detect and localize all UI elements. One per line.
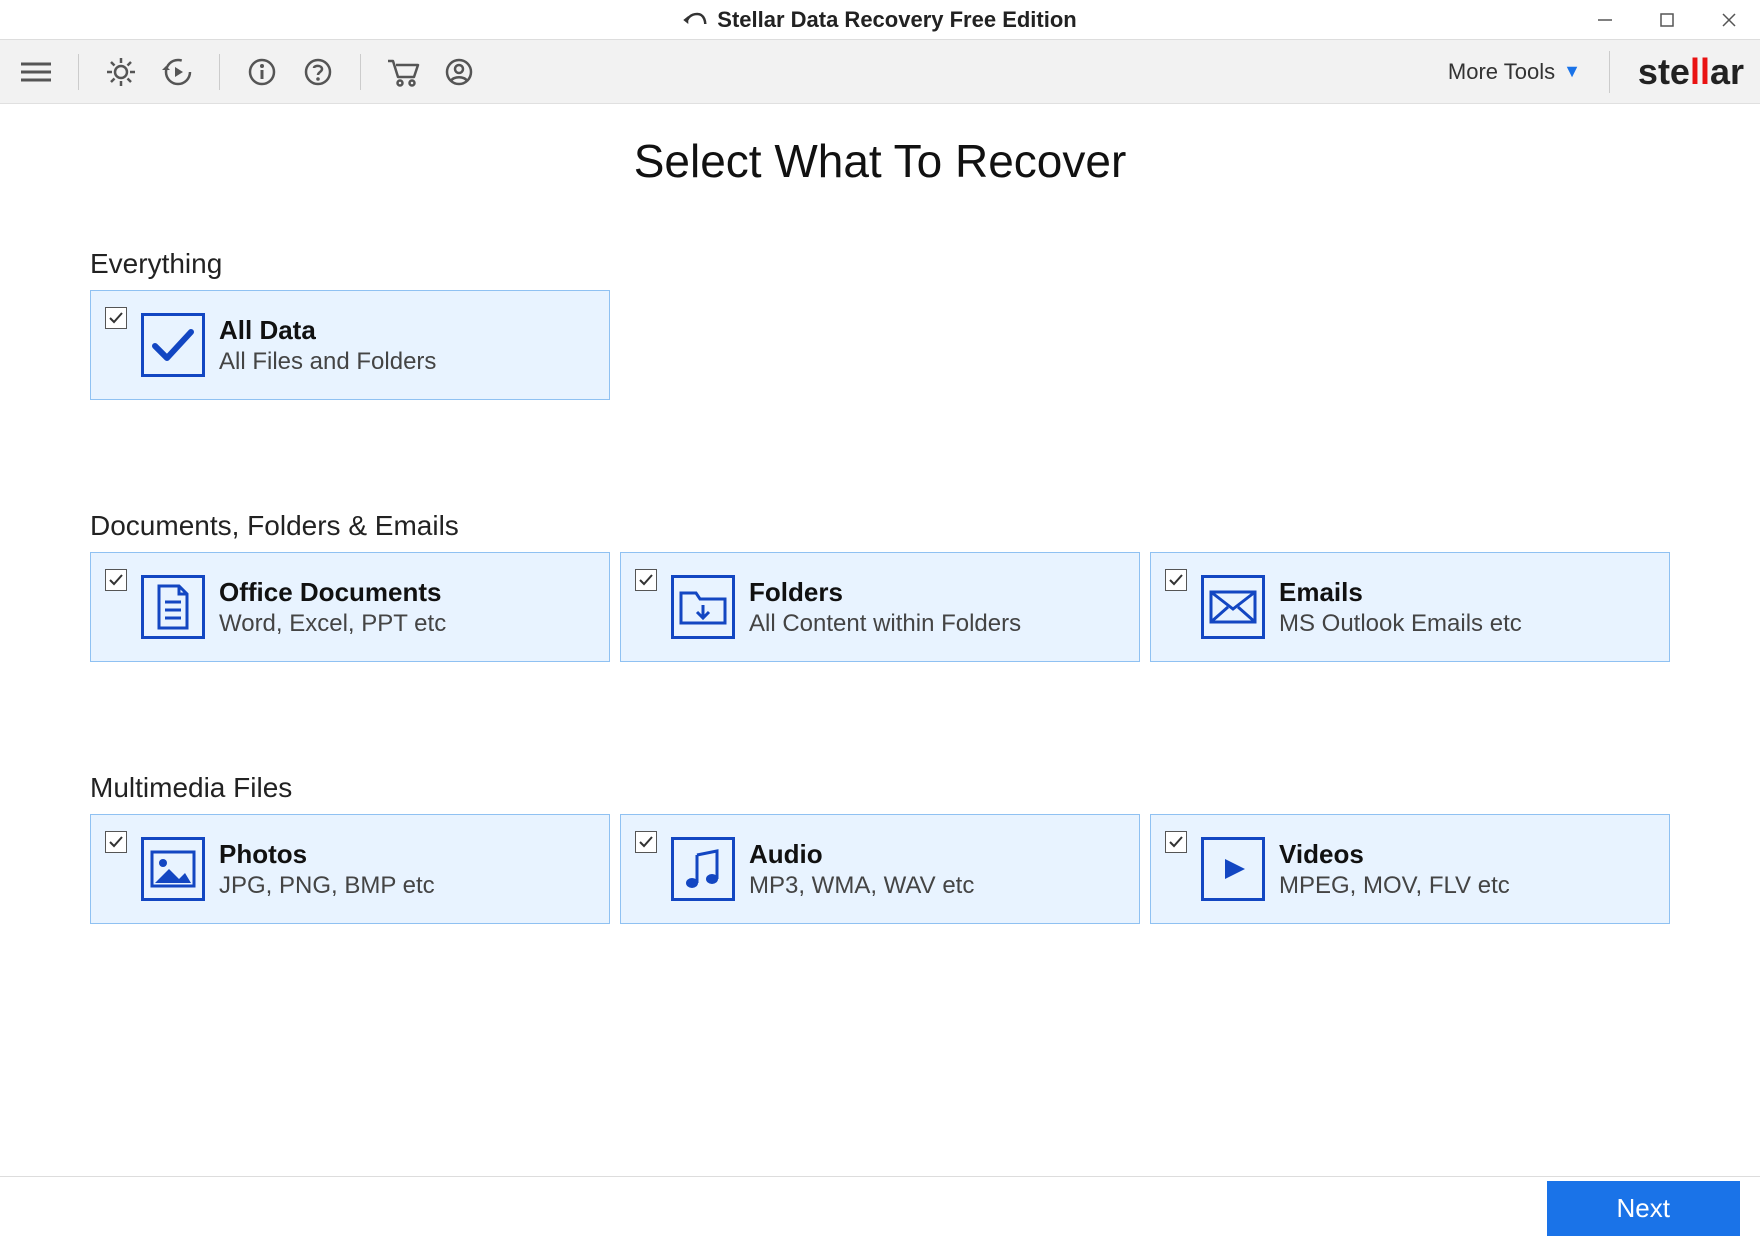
check-icon: [1168, 573, 1184, 587]
card-title: Emails: [1279, 577, 1522, 608]
more-tools-label: More Tools: [1448, 59, 1555, 85]
hamburger-menu-icon[interactable]: [16, 52, 56, 92]
card-title: All Data: [219, 315, 436, 346]
card-audio[interactable]: Audio MP3, WMA, WAV etc: [620, 814, 1140, 924]
document-icon: [141, 575, 205, 639]
card-photos[interactable]: Photos JPG, PNG, BMP etc: [90, 814, 610, 924]
checkbox-audio[interactable]: [635, 831, 657, 853]
page-title: Select What To Recover: [90, 134, 1670, 188]
card-folders[interactable]: Folders All Content within Folders: [620, 552, 1140, 662]
card-all-data[interactable]: All Data All Files and Folders: [90, 290, 610, 400]
history-icon[interactable]: [157, 52, 197, 92]
brand-pre: ste: [1638, 51, 1690, 93]
maximize-button[interactable]: [1636, 0, 1698, 39]
all-data-icon: [141, 313, 205, 377]
card-videos[interactable]: Videos MPEG, MOV, FLV etc: [1150, 814, 1670, 924]
card-desc: MS Outlook Emails etc: [1279, 610, 1522, 638]
main-content: Select What To Recover Everything All Da…: [0, 104, 1760, 1176]
brand-logo: stellar: [1609, 51, 1744, 93]
title-bar: Stellar Data Recovery Free Edition: [0, 0, 1760, 40]
card-title: Videos: [1279, 839, 1510, 870]
checkbox-videos[interactable]: [1165, 831, 1187, 853]
cart-icon[interactable]: [383, 52, 423, 92]
title-center: Stellar Data Recovery Free Edition: [683, 7, 1076, 33]
checkbox-office-documents[interactable]: [105, 569, 127, 591]
card-title: Office Documents: [219, 577, 446, 608]
settings-gear-icon[interactable]: [101, 52, 141, 92]
card-title: Photos: [219, 839, 435, 870]
section-label-media: Multimedia Files: [90, 772, 1670, 804]
help-icon[interactable]: [298, 52, 338, 92]
card-desc: All Files and Folders: [219, 348, 436, 376]
footer: Next: [0, 1176, 1760, 1240]
info-icon[interactable]: [242, 52, 282, 92]
undo-icon[interactable]: [683, 10, 707, 30]
card-desc: JPG, PNG, BMP etc: [219, 872, 435, 900]
card-title: Folders: [749, 577, 1021, 608]
separator: [219, 54, 220, 90]
check-icon: [108, 573, 124, 587]
check-icon: [1168, 835, 1184, 849]
more-tools-dropdown[interactable]: More Tools ▼: [1448, 59, 1601, 85]
separator: [78, 54, 79, 90]
brand-post: ar: [1710, 51, 1744, 93]
card-emails[interactable]: Emails MS Outlook Emails etc: [1150, 552, 1670, 662]
toolbar: More Tools ▼ stellar: [0, 40, 1760, 104]
check-icon: [638, 573, 654, 587]
checkbox-all-data[interactable]: [105, 307, 127, 329]
card-office-documents[interactable]: Office Documents Word, Excel, PPT etc: [90, 552, 610, 662]
checkbox-folders[interactable]: [635, 569, 657, 591]
email-icon: [1201, 575, 1265, 639]
window-controls: [1574, 0, 1760, 39]
card-desc: All Content within Folders: [749, 610, 1021, 638]
next-button[interactable]: Next: [1547, 1181, 1740, 1236]
check-icon: [108, 835, 124, 849]
check-icon: [638, 835, 654, 849]
minimize-button[interactable]: [1574, 0, 1636, 39]
folder-icon: [671, 575, 735, 639]
card-desc: MPEG, MOV, FLV etc: [1279, 872, 1510, 900]
close-button[interactable]: [1698, 0, 1760, 39]
window-title: Stellar Data Recovery Free Edition: [717, 7, 1076, 33]
checkbox-emails[interactable]: [1165, 569, 1187, 591]
section-label-everything: Everything: [90, 248, 1670, 280]
card-title: Audio: [749, 839, 974, 870]
photo-icon: [141, 837, 205, 901]
checkbox-photos[interactable]: [105, 831, 127, 853]
card-desc: Word, Excel, PPT etc: [219, 610, 446, 638]
user-icon[interactable]: [439, 52, 479, 92]
card-desc: MP3, WMA, WAV etc: [749, 872, 974, 900]
check-icon: [108, 311, 124, 325]
separator: [360, 54, 361, 90]
video-icon: [1201, 837, 1265, 901]
audio-icon: [671, 837, 735, 901]
chevron-down-icon: ▼: [1563, 61, 1581, 82]
section-label-docs: Documents, Folders & Emails: [90, 510, 1670, 542]
brand-red: ll: [1690, 51, 1710, 93]
